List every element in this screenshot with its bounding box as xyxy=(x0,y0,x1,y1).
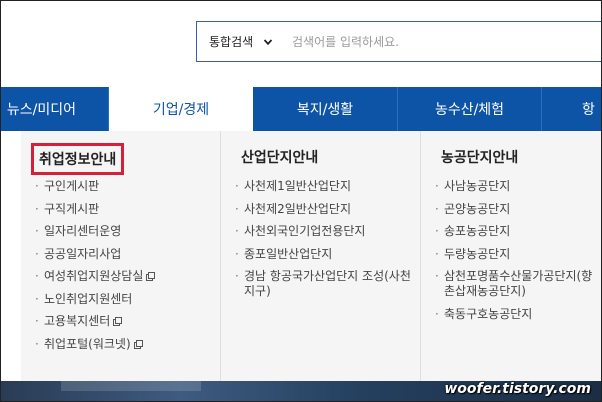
menu-link-label: 축동구호농공단지 xyxy=(444,306,533,321)
column-title-industrial-complex[interactable]: 산업단지안내 xyxy=(235,143,324,171)
menu-column-industrial-complex: 산업단지안내 사천제1일반산업단지사천제2일반산업단지사천외국인기업전용단지종포… xyxy=(221,131,421,391)
menu-link-label: 여성취업지원상담실 xyxy=(44,269,144,283)
menu-link[interactable]: 곤양농공단지 xyxy=(435,202,595,217)
mega-menu-dropdown: 취업정보안내 구인게시판구직게시판일자리센터운영공공일자리사업여성취업지원상담실… xyxy=(21,131,601,391)
agri-industrial-list: 사남농공단지곤양농공단지송포농공단지두량농공단지삼천포명품수산물가공단지(향촌삽… xyxy=(435,179,595,329)
nav-item-news-media[interactable]: 뉴스/미디어 xyxy=(1,87,109,131)
menu-column-agri-industrial: 농공단지안내 사남농공단지곤양농공단지송포농공단지두량농공단지삼천포명품수산물가… xyxy=(421,131,601,391)
menu-link-label: 구인게시판 xyxy=(44,179,100,193)
menu-link[interactable]: 여성취업지원상담실 xyxy=(35,269,214,284)
menu-link[interactable]: 고용복지센터 xyxy=(35,314,214,329)
menu-link-label: 삼천포명품수산물가공단지(향촌삽재농공단지) xyxy=(444,269,593,298)
nav-item-truncated[interactable]: 항 xyxy=(542,87,601,131)
industrial-complex-list: 사천제1일반산업단지사천제2일반산업단지사천외국인기업전용단지종포일반산업단지경… xyxy=(235,179,414,307)
nav-item-business-economy[interactable]: 기업/경제 xyxy=(109,87,253,131)
menu-link-label: 사천제2일반산업단지 xyxy=(244,201,351,216)
menu-link[interactable]: 구인게시판 xyxy=(35,179,214,194)
menu-link-label: 종포일반산업단지 xyxy=(244,246,333,261)
search-input[interactable] xyxy=(292,22,601,61)
menu-link[interactable]: 사천외국인기업전용단지 xyxy=(235,224,414,239)
search-category-select[interactable]: 통합검색 xyxy=(197,22,292,61)
menu-column-employment: 취업정보안내 구인게시판구직게시판일자리센터운영공공일자리사업여성취업지원상담실… xyxy=(21,131,221,391)
external-link-icon xyxy=(146,272,156,281)
menu-link[interactable]: 사천제2일반산업단지 xyxy=(235,202,414,217)
menu-link[interactable]: 구직게시판 xyxy=(35,202,214,217)
menu-link[interactable]: 사천제1일반산업단지 xyxy=(235,179,414,194)
external-link-icon xyxy=(133,339,143,349)
column-title-employment[interactable]: 취업정보안내 xyxy=(31,143,125,175)
page-frame: 통합검색 뉴스/미디어 기업/경제 복지/생활 농수산/체험 항 취업정보안내 … xyxy=(0,0,602,402)
chevron-down-icon xyxy=(264,38,273,45)
menu-link[interactable]: 노인취업지원센터 xyxy=(35,292,214,307)
menu-link[interactable]: 종포일반산업단지 xyxy=(235,247,414,262)
menu-link-label: 취업포털(워크넷) xyxy=(44,336,131,351)
menu-link-label: 두량농공단지 xyxy=(444,246,511,261)
main-nav: 뉴스/미디어 기업/경제 복지/생활 농수산/체험 항 xyxy=(1,87,601,131)
menu-link[interactable]: 공공일자리사업 xyxy=(35,247,214,262)
menu-link-label: 구직게시판 xyxy=(44,201,100,216)
menu-link-label: 노인취업지원센터 xyxy=(44,291,133,306)
menu-link[interactable]: 일자리센터운영 xyxy=(35,224,214,239)
employment-list: 구인게시판구직게시판일자리센터운영공공일자리사업여성취업지원상담실노인취업지원센… xyxy=(35,179,214,359)
menu-link-label: 곤양농공단지 xyxy=(444,201,511,216)
header: 통합검색 xyxy=(1,1,601,87)
menu-link[interactable]: 경남 항공국가산업단지 조성(사천지구) xyxy=(235,269,414,299)
nav-item-agri-fishery[interactable]: 농수산/체험 xyxy=(398,87,542,131)
banner-image-strip: woofer.tistory.com xyxy=(1,381,601,401)
menu-link[interactable]: 축동구호농공단지 xyxy=(435,307,595,322)
nav-item-welfare-life[interactable]: 복지/생활 xyxy=(253,87,398,131)
search-bar: 통합검색 xyxy=(196,21,601,62)
menu-link[interactable]: 두량농공단지 xyxy=(435,247,595,262)
menu-link[interactable]: 송포농공단지 xyxy=(435,224,595,239)
menu-link-label: 공공일자리사업 xyxy=(44,246,122,261)
menu-link-label: 경남 항공국가산업단지 조성(사천지구) xyxy=(244,269,411,298)
menu-link-label: 송포농공단지 xyxy=(444,224,511,238)
menu-link-label: 사남농공단지 xyxy=(444,179,511,193)
external-link-icon xyxy=(113,317,123,326)
menu-link-label: 일자리센터운영 xyxy=(44,224,122,238)
menu-link[interactable]: 사남농공단지 xyxy=(435,179,595,194)
menu-link-label: 사천외국인기업전용단지 xyxy=(244,224,366,238)
menu-link-label: 고용복지센터 xyxy=(44,314,111,328)
search-category-label: 통합검색 xyxy=(209,35,254,49)
watermark-text: woofer.tistory.com xyxy=(444,381,591,397)
menu-link[interactable]: 삼천포명품수산물가공단지(향촌삽재농공단지) xyxy=(435,269,595,299)
column-title-agri-industrial[interactable]: 농공단지안내 xyxy=(435,143,524,171)
menu-link[interactable]: 취업포털(워크넷) xyxy=(35,337,214,352)
menu-link-label: 사천제1일반산업단지 xyxy=(244,179,351,193)
